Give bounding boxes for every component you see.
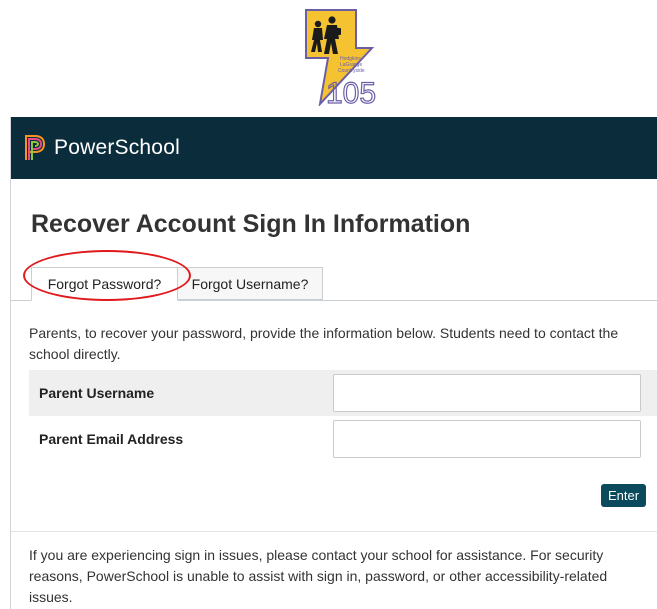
- district-logo: Hodgkins LaGrange Countryside 105: [298, 2, 378, 111]
- page-title: Recover Account Sign In Information: [31, 210, 471, 238]
- parent-email-label: Parent Email Address: [39, 431, 184, 447]
- forgot-password-form: Parents, to recover your password, provi…: [11, 301, 657, 516]
- section-divider: [11, 531, 657, 532]
- brand-name: PowerSchool: [54, 136, 180, 159]
- powerschool-logo-icon: [25, 135, 46, 160]
- recover-account-panel: PowerSchool Recover Account Sign In Info…: [10, 117, 657, 609]
- logo-text-line-3: Countryside: [338, 68, 365, 74]
- recovery-tabs: Forgot Password? Forgot Username?: [11, 267, 657, 301]
- parent-username-label: Parent Username: [39, 385, 155, 401]
- enter-button[interactable]: Enter: [601, 484, 646, 507]
- district-logo-graphic: Hodgkins LaGrange Countryside 105: [305, 9, 377, 111]
- parent-username-input[interactable]: [333, 374, 641, 412]
- sign-in-help-note: If you are experiencing sign in issues, …: [29, 547, 608, 605]
- form-row-username: Parent Username: [29, 370, 657, 416]
- logo-number: 105: [326, 77, 376, 106]
- parent-email-input[interactable]: [333, 420, 641, 458]
- form-instructions: Parents, to recover your password, provi…: [29, 325, 619, 362]
- tab-forgot-username[interactable]: Forgot Username?: [178, 267, 323, 300]
- form-row-email: Parent Email Address: [29, 416, 657, 462]
- tab-forgot-password[interactable]: Forgot Password?: [31, 267, 178, 301]
- powerschool-header: PowerSchool: [11, 117, 657, 179]
